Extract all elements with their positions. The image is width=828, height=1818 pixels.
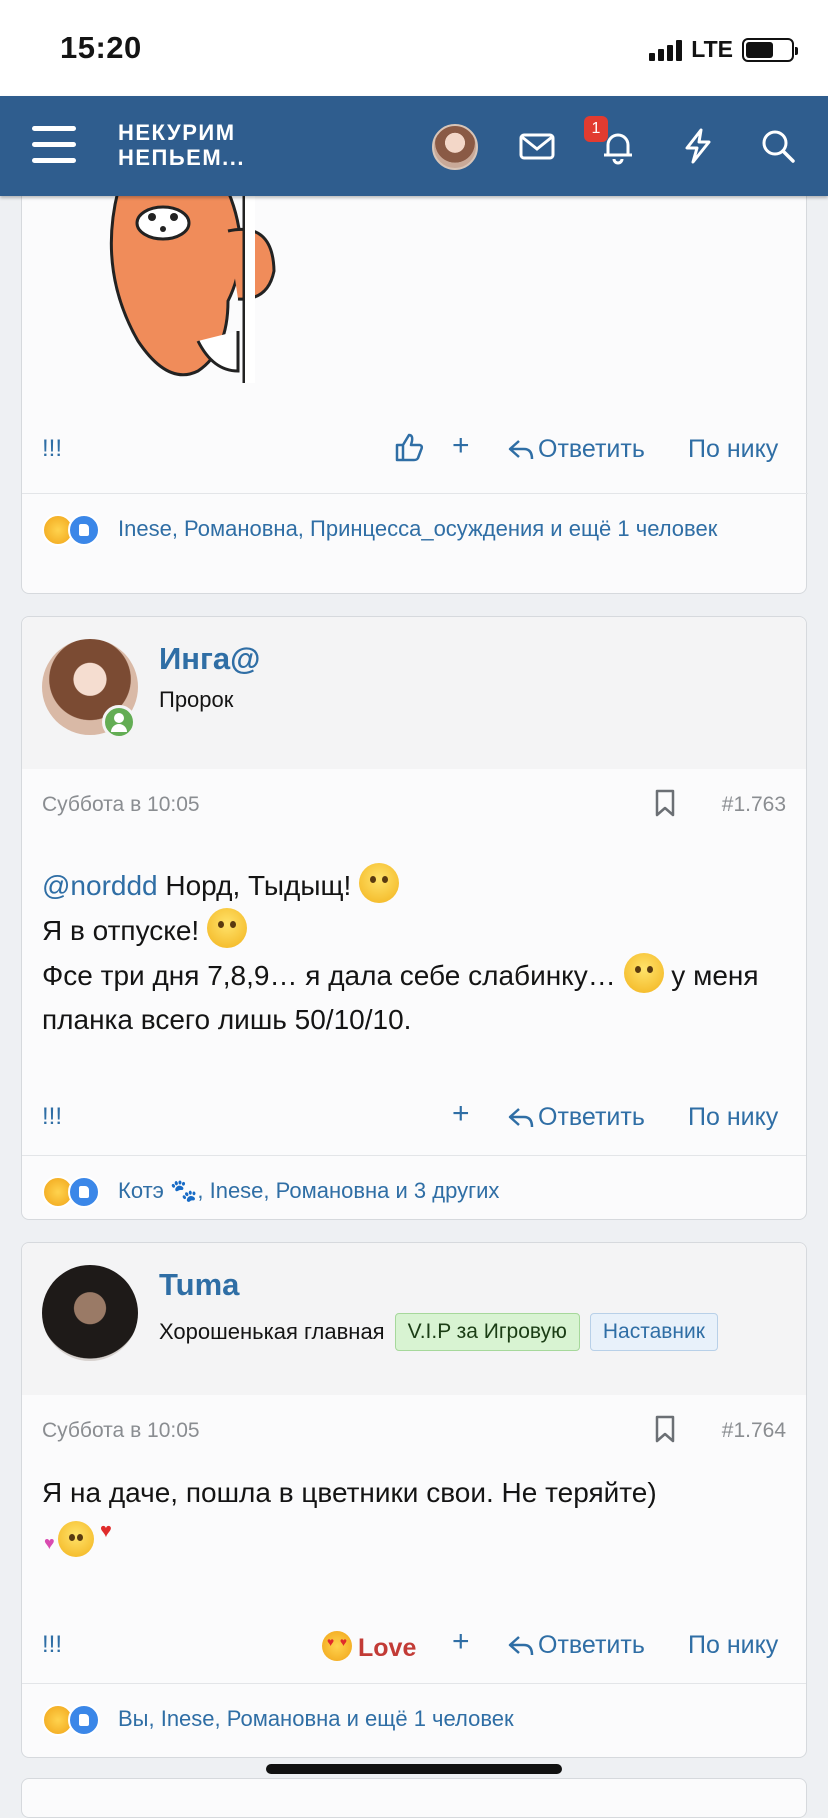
user-mention[interactable]: @norddd — [42, 870, 158, 901]
notification-badge: 1 — [584, 116, 608, 142]
reaction-users[interactable]: Котэ 🐾, Inese, Романовна и 3 других — [118, 1178, 499, 1204]
post-body: @norddd Норд, Тыдыщ! Я в отпуске! Фсе тр… — [22, 841, 806, 1081]
lightning-icon[interactable] — [678, 126, 718, 166]
reply-button[interactable]: Ответить — [508, 1103, 645, 1132]
wink-emoji-icon — [623, 953, 664, 993]
report-link[interactable]: !!! — [42, 1103, 62, 1131]
post-card: !!! + Ответить По нику Inese, Романовна,… — [21, 150, 808, 594]
vip-badge: V.I.P за Игровую — [394, 1313, 580, 1351]
grin-emoji-icon — [359, 863, 400, 903]
menu-icon[interactable] — [32, 126, 76, 166]
online-status-icon — [102, 705, 136, 739]
by-nick-button[interactable]: По нику — [688, 435, 778, 464]
reactions-bar: Котэ 🐾, Inese, Романовна и 3 других — [22, 1155, 806, 1227]
post-actions: !!! + Ответить По нику — [22, 1081, 806, 1155]
report-link[interactable]: !!! — [42, 435, 62, 463]
post-date[interactable]: Суббота в 10:05 — [42, 793, 200, 817]
add-reaction-button[interactable]: + — [452, 429, 470, 463]
smile-emoji-icon — [206, 908, 247, 948]
reaction-icons — [42, 1176, 100, 1208]
add-reaction-button[interactable]: + — [452, 1097, 470, 1131]
reply-icon — [508, 1108, 534, 1128]
author-title: Пророк — [159, 687, 234, 712]
battery-icon — [742, 37, 798, 62]
reply-button[interactable]: Ответить — [508, 1631, 645, 1660]
love-emoji-icon — [58, 1521, 94, 1557]
reactions-bar: Inese, Романовна, Принцесса_осуждения и … — [22, 493, 808, 565]
like-reaction-icon — [68, 514, 100, 546]
author-name[interactable]: Tuma — [159, 1267, 239, 1303]
status-bar: 15:20 LTE — [0, 0, 828, 96]
status-indicators: LTE — [649, 36, 798, 63]
signal-icon — [649, 39, 683, 61]
post-card: Инга@ Пророк Суббота в 10:05 #1.763 @nor… — [21, 616, 807, 1220]
reply-icon — [508, 1636, 534, 1656]
post-card-next — [21, 1778, 807, 1818]
site-logo[interactable]: НЕКУРИМ НЕПЬЕМ... — [118, 120, 245, 170]
reaction-icons — [42, 1704, 100, 1736]
reaction-users[interactable]: Inese, Романовна, Принцесса_осуждения и … — [118, 516, 717, 542]
post-meta: Суббота в 10:05 #1.763 — [22, 769, 806, 841]
love-reaction-button[interactable]: Love — [322, 1631, 416, 1663]
bookmark-icon[interactable] — [654, 789, 676, 817]
by-nick-button[interactable]: По нику — [688, 1103, 778, 1132]
add-reaction-button[interactable]: + — [452, 1625, 470, 1659]
mentor-badge: Наставник — [589, 1313, 718, 1351]
reply-icon — [508, 440, 534, 460]
report-link[interactable]: !!! — [42, 1631, 62, 1659]
like-reaction-icon — [68, 1704, 100, 1736]
bookmark-icon[interactable] — [654, 1415, 676, 1443]
author-avatar[interactable] — [42, 1265, 138, 1361]
reaction-users[interactable]: Вы, Inese, Романовна и ещё 1 человек — [118, 1706, 514, 1732]
network-label: LTE — [691, 36, 733, 62]
home-indicator[interactable] — [266, 1764, 562, 1774]
post-body: Я на даче, пошла в цветники свои. Не тер… — [22, 1467, 806, 1609]
post-date[interactable]: Суббота в 10:05 — [42, 1419, 200, 1443]
like-icon[interactable] — [394, 431, 424, 463]
author-name[interactable]: Инга@ — [159, 641, 260, 677]
top-navbar: НЕКУРИМ НЕПЬЕМ... 1 — [0, 96, 828, 196]
mail-icon[interactable] — [517, 126, 557, 166]
user-avatar[interactable] — [432, 124, 478, 170]
post-author-header: Tuma Хорошенькая главная V.I.P за Игрову… — [22, 1243, 806, 1395]
post-actions: !!! + Ответить По нику — [22, 413, 808, 487]
post-number[interactable]: #1.764 — [722, 1419, 786, 1443]
reactions-bar: Вы, Inese, Романовна и ещё 1 человек — [22, 1683, 806, 1755]
status-time: 15:20 — [60, 30, 142, 65]
reply-button[interactable]: Ответить — [508, 435, 645, 464]
post-card: Tuma Хорошенькая главная V.I.P за Игрову… — [21, 1242, 807, 1758]
post-actions: !!! Love + Ответить По нику — [22, 1609, 806, 1683]
like-reaction-icon — [68, 1176, 100, 1208]
post-author-header: Инга@ Пророк — [22, 617, 806, 769]
reaction-icons — [42, 514, 100, 546]
search-icon[interactable] — [758, 126, 798, 166]
heart-eyes-icon — [322, 1631, 352, 1661]
by-nick-button[interactable]: По нику — [688, 1631, 778, 1660]
post-meta: Суббота в 10:05 #1.764 — [22, 1395, 806, 1467]
author-title: Хорошенькая главная V.I.P за Игровую Нас… — [159, 1313, 718, 1351]
post-number[interactable]: #1.763 — [722, 793, 786, 817]
